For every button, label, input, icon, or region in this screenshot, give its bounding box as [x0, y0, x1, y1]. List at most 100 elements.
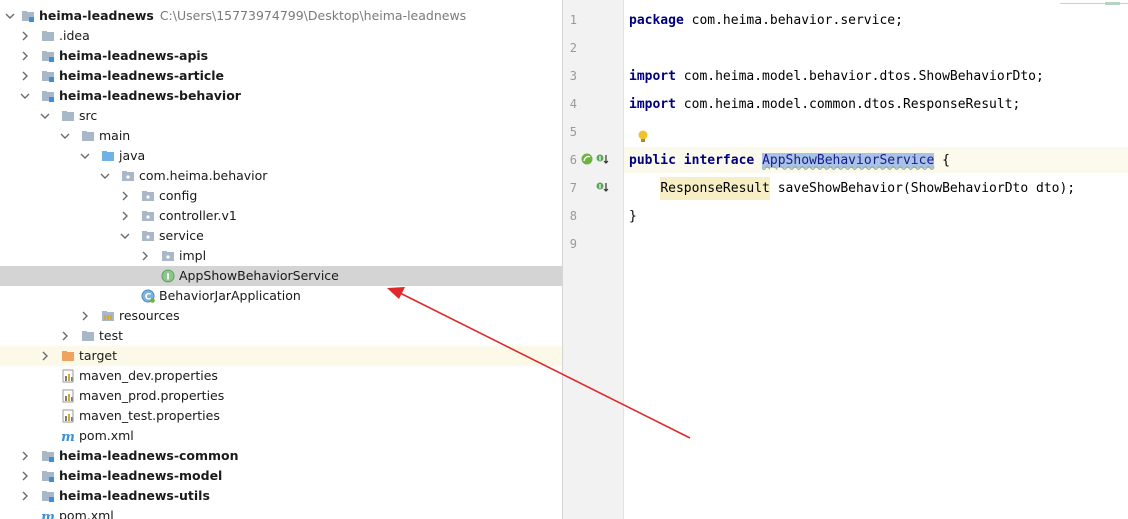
tree-item-maven-test[interactable]: maven_test.properties — [0, 406, 562, 426]
code-text: com.heima.model.behavior.dtos.ShowBehavi… — [675, 69, 1044, 84]
tree-item-label: BehaviorJarApplication — [159, 288, 301, 303]
chevron-down-icon[interactable] — [19, 90, 31, 102]
tree-item-pom-behavior[interactable]: m pom.xml — [0, 426, 562, 446]
tree-item-label: AppShowBehaviorService — [179, 268, 339, 283]
chevron-right-icon[interactable] — [19, 470, 31, 482]
tree-item-label: src — [79, 108, 98, 123]
tree-item-model[interactable]: heima-leadnews-model — [0, 466, 562, 486]
chevron-down-icon[interactable] — [4, 10, 16, 22]
code-line-3: import com.heima.model.behavior.dtos.Sho… — [629, 69, 1044, 85]
line-number: 1 — [569, 13, 577, 27]
tree-item-maven-dev[interactable]: maven_dev.properties — [0, 366, 562, 386]
tree-item-idea[interactable]: .idea — [0, 26, 562, 46]
tree-item-label: pom.xml — [59, 508, 114, 519]
module-folder-icon — [42, 491, 54, 502]
tree-item-main[interactable]: main — [0, 126, 562, 146]
code-text: com.heima.behavior.service; — [683, 13, 903, 28]
tree-item-behaviorjarapplication[interactable]: C BehaviorJarApplication — [0, 286, 562, 306]
tree-item-label: java — [119, 148, 146, 163]
chevron-right-icon[interactable] — [19, 490, 31, 502]
chevron-right-icon[interactable] — [139, 250, 151, 262]
interface-name[interactable]: AppShowBehaviorService — [762, 153, 935, 168]
keyword: package — [629, 13, 684, 28]
tree-item-label: heima-leadnews-behavior — [59, 88, 241, 103]
tree-item-utils[interactable]: heima-leadnews-utils — [0, 486, 562, 506]
implemented-down-icon[interactable]: I — [595, 152, 609, 166]
chevron-right-icon[interactable] — [19, 450, 31, 462]
keyword: import — [629, 69, 676, 84]
chevron-down-icon[interactable] — [59, 130, 71, 142]
tree-item-label: heima-leadnews-apis — [59, 48, 209, 63]
tree-item-maven-prod[interactable]: maven_prod.properties — [0, 386, 562, 406]
tree-item-label: config — [159, 188, 198, 203]
scrollbar-marker[interactable] — [1105, 2, 1120, 5]
tree-item-java[interactable]: java — [0, 146, 562, 166]
chevron-right-icon[interactable] — [19, 70, 31, 82]
tree-item-root[interactable]: heima-leadnews C:\Users\15773974799\Deskt… — [0, 6, 562, 26]
chevron-right-icon[interactable] — [19, 30, 31, 42]
tree-item-label: impl — [179, 248, 207, 263]
code-editor[interactable]: package com.heima.behavior.service; impo… — [624, 0, 1128, 519]
lightbulb-icon[interactable] — [636, 129, 650, 145]
tree-item-article[interactable]: heima-leadnews-article — [0, 66, 562, 86]
tree-item-label: heima-leadnews-utils — [59, 488, 210, 503]
root-name: heima-leadnews — [39, 8, 154, 23]
tree-item-src[interactable]: src — [0, 106, 562, 126]
tree-item-label: heima-leadnews-model — [59, 468, 223, 483]
tree-item-config[interactable]: config — [0, 186, 562, 206]
tree-item-impl[interactable]: impl — [0, 246, 562, 266]
properties-file-icon — [62, 369, 74, 383]
line-number: 5 — [569, 125, 577, 139]
folder-icon — [82, 131, 94, 141]
chevron-down-icon[interactable] — [79, 150, 91, 162]
spring-class-icon: C — [141, 289, 155, 303]
tree-item-label: service — [159, 228, 204, 243]
code-line-6: public interface AppShowBehaviorService … — [629, 153, 950, 169]
module-folder-icon — [42, 451, 54, 462]
chevron-right-icon[interactable] — [119, 210, 131, 222]
tree-item-label: heima-leadnews-article — [59, 68, 225, 83]
module-folder-icon — [42, 91, 54, 102]
package-icon — [122, 171, 134, 181]
code-line-4: import com.heima.model.common.dtos.Respo… — [629, 97, 1020, 113]
properties-file-icon — [62, 389, 74, 403]
tree-item-apis[interactable]: heima-leadnews-apis — [0, 46, 562, 66]
tree-item-appshowbehaviorservice[interactable]: I AppShowBehaviorService — [0, 266, 562, 286]
tree-item-common[interactable]: heima-leadnews-common — [0, 446, 562, 466]
chevron-right-icon[interactable] — [19, 50, 31, 62]
svg-text:m: m — [41, 510, 55, 519]
spring-bean-icon[interactable] — [580, 152, 594, 166]
tree-item-target[interactable]: target — [0, 346, 562, 366]
module-folder-icon — [42, 51, 54, 62]
tree-item-behavior[interactable]: heima-leadnews-behavior — [0, 86, 562, 106]
editor-gutter: 1 2 3 4 5 6 7 8 9 I I — [563, 0, 624, 519]
tree-item-service[interactable]: service — [0, 226, 562, 246]
code-text: { — [934, 153, 950, 168]
tree-item-pom-root[interactable]: m pom.xml — [0, 506, 562, 519]
chevron-down-icon[interactable] — [99, 170, 111, 182]
properties-file-icon — [62, 409, 74, 423]
tree-item-test[interactable]: test — [0, 326, 562, 346]
source-folder-icon — [102, 151, 114, 161]
return-type[interactable]: ResponseResult — [660, 177, 770, 200]
chevron-right-icon[interactable] — [79, 310, 91, 322]
chevron-right-icon[interactable] — [39, 350, 51, 362]
chevron-down-icon[interactable] — [119, 230, 131, 242]
tree-item-package-behavior[interactable]: com.heima.behavior — [0, 166, 562, 186]
chevron-right-icon[interactable] — [119, 190, 131, 202]
module-folder-icon — [42, 71, 54, 82]
tree-item-resources[interactable]: resources — [0, 306, 562, 326]
tree-item-controller[interactable]: controller.v1 — [0, 206, 562, 226]
tree-item-label: test — [99, 328, 124, 343]
tree-item-label: resources — [119, 308, 180, 323]
line-number: 2 — [569, 41, 577, 55]
chevron-right-icon[interactable] — [59, 330, 71, 342]
tree-item-label: heima-leadnews C:\Users\15773974799\Deskt… — [39, 6, 466, 26]
module-folder-icon — [22, 11, 34, 22]
chevron-down-icon[interactable] — [39, 110, 51, 122]
project-tree: heima-leadnews C:\Users\15773974799\Deskt… — [0, 0, 562, 519]
code-text: com.heima.model.common.dtos.ResponseResu… — [675, 97, 1021, 112]
maven-file-icon: m — [61, 430, 75, 443]
implemented-down-icon[interactable]: I — [595, 180, 609, 194]
excluded-folder-icon — [62, 351, 74, 361]
